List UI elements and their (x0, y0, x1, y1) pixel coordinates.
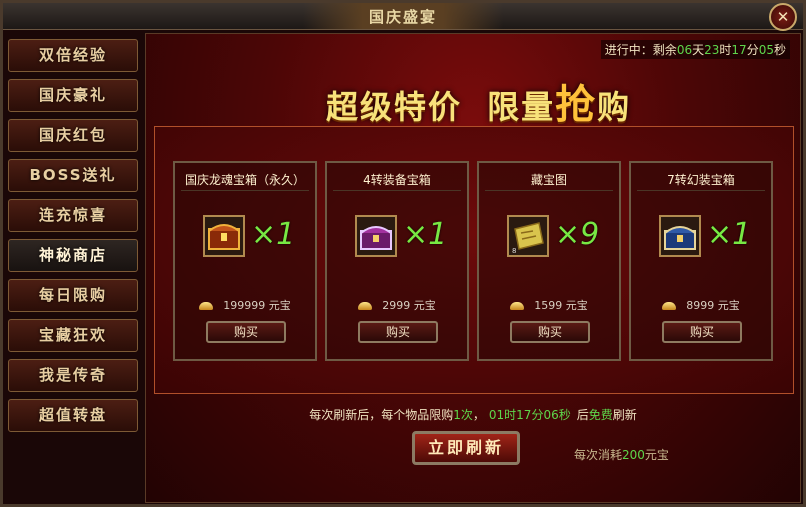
countdown-hours: 23 (704, 43, 720, 57)
divider (637, 190, 765, 191)
item-name: 藏宝图 (530, 173, 567, 187)
price-value: 199999 (223, 299, 266, 312)
divider (333, 190, 461, 191)
item-price: 2999 元宝 (327, 297, 467, 313)
shop-grid: 国庆龙魂宝箱（永久） ×1 199999 元宝 购买 4转装备宝箱 ×1 299… (154, 126, 794, 394)
close-icon[interactable]: ✕ (769, 3, 797, 31)
info-text-3: 刷新 (612, 408, 637, 422)
window-title: 国庆盛宴 (368, 8, 437, 26)
svg-text:8: 8 (512, 247, 516, 255)
price-value: 1599 (534, 299, 563, 312)
buy-button[interactable]: 购买 (358, 321, 438, 343)
shop-item-card: 7转幻装宝箱 ×1 8999 元宝 购买 (629, 161, 773, 361)
sidebar-item-label: 每日限购 (38, 286, 107, 304)
sidebar-item-legend[interactable]: 我是传奇 (8, 359, 138, 392)
sidebar-item-daily-limit[interactable]: 每日限购 (8, 279, 138, 312)
shop-item-card: 国庆龙魂宝箱（永久） ×1 199999 元宝 购买 (173, 161, 317, 361)
banner-text-2a: 限量 (487, 88, 556, 126)
info-text-1: 每次刷新后，每个物品限购 (309, 408, 454, 422)
banner-text-2b: 抢 (555, 81, 598, 128)
sidebar-item-label: 神秘商店 (38, 246, 107, 264)
refresh-info: 每次刷新后，每个物品限购1次， 01时17分06秒 后免费刷新 (309, 408, 637, 422)
buy-button[interactable]: 购买 (662, 321, 742, 343)
item-price: 1599 元宝 (479, 297, 619, 313)
refresh-timer: 01时17分06秒 (488, 408, 571, 422)
refresh-cost: 每次消耗200元宝 (574, 446, 669, 463)
sidebar-item-recharge-surprise[interactable]: 连充惊喜 (8, 199, 138, 232)
ingot-icon (510, 302, 525, 310)
item-name: 7转幻装宝箱 (667, 173, 735, 187)
cost-prefix: 每次消耗 (574, 448, 623, 462)
countdown-days-unit: 天 (692, 43, 705, 57)
sidebar-item-label: BOSS送礼 (29, 166, 117, 184)
sale-banner: 超级特价 限量抢购 (326, 72, 656, 128)
sidebar: 双倍经验 国庆豪礼 国庆红包 BOSS送礼 连充惊喜 神秘商店 每日限购 宝藏狂… (6, 33, 141, 433)
treasure-map-icon[interactable]: 8 (507, 215, 549, 257)
info-limit: 1次 (453, 408, 473, 422)
title-bar: 国庆盛宴 ✕ (3, 3, 803, 31)
sidebar-item-label: 宝藏狂欢 (38, 326, 107, 344)
banner-text-1: 超级特价 (326, 88, 463, 126)
sidebar-item-mystery-shop[interactable]: 神秘商店 (8, 239, 138, 272)
banner-text-2c: 购 (597, 88, 632, 126)
countdown-seconds-unit: 秒 (773, 43, 786, 57)
purple-chest-icon[interactable] (355, 215, 397, 257)
price-value: 8999 (686, 299, 715, 312)
shop-item-card: 4转装备宝箱 ×1 2999 元宝 购买 (325, 161, 469, 361)
countdown-seconds: 05 (758, 43, 774, 57)
item-price: 199999 元宝 (175, 297, 315, 313)
cost-value: 200 (622, 448, 645, 462)
info-text-2: 后 (576, 408, 589, 422)
item-quantity: ×9 (555, 217, 600, 252)
sidebar-item-label: 双倍经验 (38, 46, 107, 64)
sidebar-item-national-gift[interactable]: 国庆豪礼 (8, 79, 138, 112)
price-currency: 元宝 (413, 299, 436, 312)
item-quantity: ×1 (251, 217, 296, 252)
sidebar-item-red-packet[interactable]: 国庆红包 (8, 119, 138, 152)
sidebar-item-label: 超值转盘 (38, 406, 107, 424)
refresh-now-button[interactable]: 立即刷新 (412, 431, 520, 465)
sidebar-item-boss-gift[interactable]: BOSS送礼 (8, 159, 138, 192)
ingot-icon (662, 302, 677, 310)
countdown-minutes: 17 (731, 43, 747, 57)
sidebar-item-label: 连充惊喜 (38, 206, 107, 224)
sidebar-item-label: 国庆豪礼 (38, 86, 107, 104)
price-currency: 元宝 (717, 299, 740, 312)
buy-button[interactable]: 购买 (206, 321, 286, 343)
countdown-prefix: 进行中：剩余 (604, 43, 677, 57)
price-currency: 元宝 (268, 299, 291, 312)
sidebar-item-treasure-carnival[interactable]: 宝藏狂欢 (8, 319, 138, 352)
countdown-minutes-unit: 分 (746, 43, 759, 57)
item-quantity: ×1 (707, 217, 752, 252)
countdown-hours-unit: 时 (719, 43, 732, 57)
sidebar-item-label: 国庆红包 (38, 126, 107, 144)
item-name: 4转装备宝箱 (363, 173, 431, 187)
ingot-icon (199, 302, 214, 310)
event-countdown: 进行中：剩余06天23时17分05秒 (600, 40, 790, 59)
main-panel: 进行中：剩余06天23时17分05秒 超级特价 限量抢购 国庆龙魂宝箱（永久） … (145, 33, 801, 503)
blue-chest-icon[interactable] (659, 215, 701, 257)
sidebar-item-wheel[interactable]: 超值转盘 (8, 399, 138, 432)
event-window: 国庆盛宴 ✕ 双倍经验 国庆豪礼 国庆红包 BOSS送礼 连充惊喜 神秘商店 每… (0, 0, 806, 507)
sidebar-item-double-exp[interactable]: 双倍经验 (8, 39, 138, 72)
gold-chest-icon[interactable] (203, 215, 245, 257)
ingot-icon (358, 302, 373, 310)
divider (181, 190, 309, 191)
price-currency: 元宝 (565, 299, 588, 312)
cost-suffix: 元宝 (644, 448, 669, 462)
divider (485, 190, 613, 191)
info-free: 免费 (588, 408, 613, 422)
sidebar-item-label: 我是传奇 (38, 366, 107, 384)
item-name: 国庆龙魂宝箱（永久） (184, 173, 305, 187)
countdown-days: 06 (676, 43, 693, 57)
shop-item-card: 藏宝图 8 ×9 1599 元宝 购买 (477, 161, 621, 361)
item-price: 8999 元宝 (631, 297, 771, 313)
item-quantity: ×1 (403, 217, 448, 252)
price-value: 2999 (382, 299, 411, 312)
buy-button[interactable]: 购买 (510, 321, 590, 343)
